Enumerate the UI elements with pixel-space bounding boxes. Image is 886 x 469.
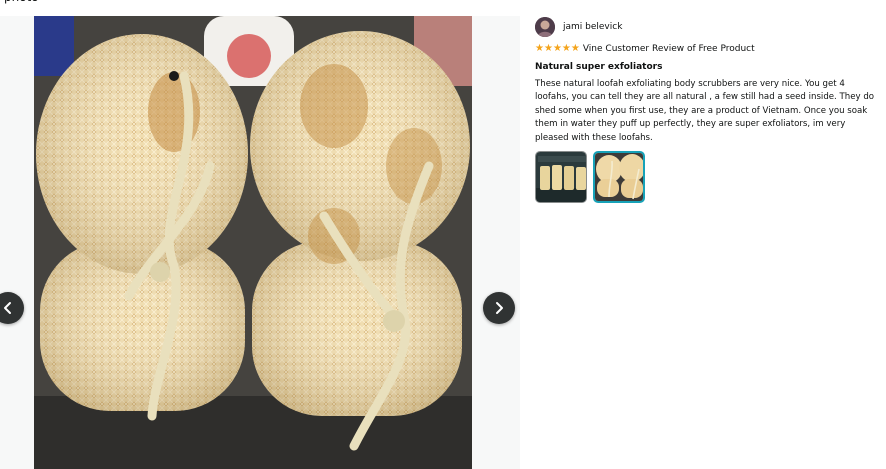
star-icon: ★ bbox=[561, 43, 571, 54]
review-photo-main bbox=[34, 16, 472, 469]
previous-image-button[interactable] bbox=[0, 292, 24, 324]
star-icon: ★ bbox=[552, 43, 562, 54]
thumbnail-2[interactable] bbox=[593, 151, 645, 204]
rating-row: ★ ★ ★ ★ ★ Vine Customer Review of Free P… bbox=[535, 42, 880, 56]
thumbnail-strip bbox=[535, 151, 880, 204]
next-image-button[interactable] bbox=[483, 292, 515, 324]
chevron-right-icon bbox=[496, 302, 503, 314]
review-title: Natural super exfoliators bbox=[535, 62, 663, 72]
author-name[interactable]: jami belevick bbox=[563, 22, 622, 32]
star-icon: ★ bbox=[543, 43, 553, 54]
vine-review-label: Vine Customer Review of Free Product bbox=[582, 44, 755, 54]
review-author[interactable]: jami belevick bbox=[535, 16, 880, 38]
chevron-left-icon bbox=[4, 302, 11, 314]
avatar bbox=[535, 17, 555, 37]
thumbnail-1[interactable] bbox=[535, 151, 587, 204]
image-viewer bbox=[0, 16, 520, 469]
section-heading-fragment: photo bbox=[4, 0, 39, 4]
review-panel: jami belevick ★ ★ ★ ★ ★ Vine Customer Re… bbox=[535, 16, 880, 204]
star-icon: ★ bbox=[535, 43, 544, 54]
loofah-photo bbox=[34, 16, 472, 469]
star-rating[interactable]: ★ ★ ★ ★ ★ bbox=[535, 44, 580, 54]
review-body: These natural loofah exfoliating body sc… bbox=[535, 79, 875, 143]
star-icon: ★ bbox=[570, 43, 580, 54]
